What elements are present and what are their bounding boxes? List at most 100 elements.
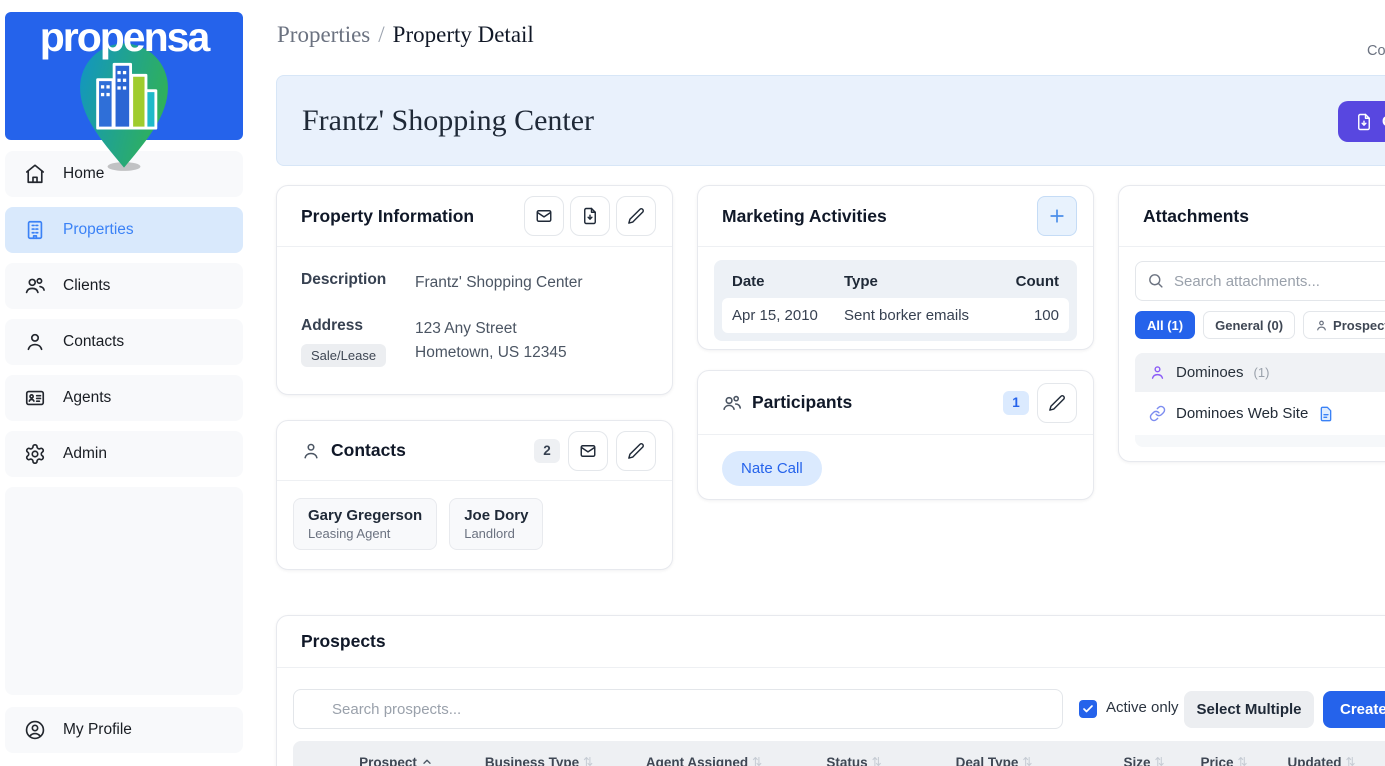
- sidebar-item-contacts[interactable]: Contacts: [5, 319, 243, 365]
- link-icon: [1149, 405, 1166, 422]
- breadcrumb-properties-link[interactable]: Properties: [277, 22, 370, 47]
- sidebar-item-label: Properties: [63, 221, 134, 239]
- prospects-card: Prospects Active only Select Multiple Cr…: [276, 615, 1385, 766]
- card-title: Marketing Activities: [722, 206, 887, 227]
- active-only-checkbox[interactable]: [1079, 700, 1097, 718]
- column-header-price[interactable]: Price⇅: [1179, 755, 1269, 766]
- card-title: Attachments: [1143, 206, 1249, 227]
- column-header-business-type[interactable]: Business Type⇅: [499, 755, 579, 766]
- attachment-item-row[interactable]: Dominoes Web Site: [1135, 392, 1385, 435]
- users-icon: [24, 275, 46, 297]
- contacts-card: Contacts 2 Gary Gregerson Leasing Agent …: [276, 420, 673, 570]
- contact-name: Gary Gregerson: [308, 507, 422, 524]
- create-button[interactable]: Create: [1323, 691, 1385, 728]
- user-circle-icon: [24, 719, 46, 741]
- breadcrumb-current: Property Detail: [393, 22, 534, 47]
- address-row: Address Sale/Lease 123 Any Street Hometo…: [301, 317, 648, 367]
- address-label: Address Sale/Lease: [301, 317, 415, 367]
- contact-chip[interactable]: Gary Gregerson Leasing Agent: [293, 498, 437, 550]
- export-document-button[interactable]: [570, 196, 610, 236]
- sort-icon: ⇅: [1345, 755, 1355, 766]
- activity-type: Sent borker emails: [844, 307, 997, 324]
- participants-count-badge: 1: [1003, 391, 1029, 415]
- description-label: Description: [301, 271, 415, 295]
- column-header-status[interactable]: Status⇅: [829, 755, 879, 766]
- sidebar-item-agents[interactable]: Agents: [5, 375, 243, 421]
- attachment-group-name: Dominoes: [1176, 364, 1244, 381]
- app-window: propensa: [0, 0, 1385, 766]
- connection-status-text: Connected: [1367, 43, 1385, 59]
- sidebar-item-properties[interactable]: Properties: [5, 207, 243, 253]
- sort-icon: ⇅: [752, 755, 762, 766]
- column-header-prospect[interactable]: Prospect: [293, 755, 499, 766]
- add-activity-button[interactable]: [1037, 196, 1077, 236]
- attachment-group-count: (1): [1254, 365, 1270, 380]
- generate-button[interactable]: Generate: [1338, 101, 1385, 142]
- column-header-count: Count: [997, 273, 1059, 290]
- edit-contacts-button[interactable]: [616, 431, 656, 471]
- active-only-label[interactable]: Active only: [1106, 699, 1179, 716]
- attachment-link-label: Dominoes Web Site: [1176, 405, 1308, 422]
- activity-date: Apr 15, 2010: [732, 307, 844, 324]
- page-title: Frantz' Shopping Center: [302, 76, 594, 165]
- select-multiple-button[interactable]: Select Multiple: [1184, 691, 1314, 728]
- contact-role: Landlord: [464, 526, 528, 541]
- sort-asc-icon: [421, 756, 433, 766]
- user-icon: [301, 441, 321, 461]
- participants-card: Participants 1 Nate Call: [697, 370, 1094, 500]
- filter-pill-prospect[interactable]: Prospect (1): [1303, 311, 1385, 339]
- column-header-updated[interactable]: Updated⇅: [1269, 755, 1374, 766]
- breadcrumb-separator: /: [370, 22, 392, 47]
- contact-role: Leasing Agent: [308, 526, 422, 541]
- column-header-deal-type[interactable]: Deal Type⇅: [879, 755, 1109, 766]
- mail-icon: [579, 442, 597, 460]
- sidebar-item-clients[interactable]: Clients: [5, 263, 243, 309]
- sidebar-item-label: Clients: [63, 277, 110, 295]
- description-row: Description Frantz' Shopping Center: [301, 271, 648, 295]
- participant-chip[interactable]: Nate Call: [722, 451, 822, 486]
- attachments-search: [1135, 261, 1385, 301]
- filter-pill-label: Prospect (1): [1333, 318, 1385, 333]
- email-button[interactable]: [524, 196, 564, 236]
- pencil-icon: [1048, 394, 1066, 412]
- mail-icon: [535, 207, 553, 225]
- edit-button[interactable]: [616, 196, 656, 236]
- filter-pill-all[interactable]: All (1): [1135, 311, 1195, 339]
- check-icon: [1082, 703, 1094, 715]
- sale-lease-badge: Sale/Lease: [301, 344, 386, 367]
- column-header-agent-assigned[interactable]: Agent Assigned⇅: [579, 755, 829, 766]
- column-header-size[interactable]: Size⇅: [1109, 755, 1179, 766]
- column-header-type: Type: [844, 273, 997, 290]
- attachments-search-input[interactable]: [1135, 261, 1385, 301]
- search-icon: [1147, 272, 1164, 289]
- card-title: Contacts: [331, 440, 406, 461]
- sidebar-item-admin[interactable]: Admin: [5, 431, 243, 477]
- column-header-date: Date: [732, 273, 844, 290]
- property-information-card: Property Information Description Frantz'…: [276, 185, 673, 395]
- breadcrumb: Properties/Property Detail: [277, 22, 534, 48]
- card-title: Prospects: [301, 631, 386, 652]
- sort-icon: ⇅: [1237, 755, 1247, 766]
- attachment-group-row[interactable]: Dominoes (1): [1135, 353, 1385, 392]
- app-logo[interactable]: propensa: [5, 12, 243, 140]
- file-download-icon: [1355, 113, 1373, 131]
- contacts-count-badge: 2: [534, 439, 560, 463]
- sidebar-spacer-panel: [5, 487, 243, 695]
- address-value: 123 Any Street Hometown, US 12345: [415, 317, 567, 367]
- property-title-band: Frantz' Shopping Center Generate: [276, 75, 1385, 166]
- prospects-table-header: Prospect Business Type⇅ Agent Assigned⇅ …: [293, 741, 1385, 766]
- edit-participants-button[interactable]: [1037, 383, 1077, 423]
- contact-chip[interactable]: Joe Dory Landlord: [449, 498, 543, 550]
- user-icon: [24, 331, 46, 353]
- sidebar-item-label: Contacts: [63, 333, 124, 351]
- pencil-icon: [627, 207, 645, 225]
- sidebar-item-my-profile[interactable]: My Profile: [5, 707, 243, 753]
- filter-pill-general[interactable]: General (0): [1203, 311, 1295, 339]
- prospects-search-input[interactable]: [293, 689, 1063, 729]
- user-icon: [1315, 319, 1328, 332]
- sidebar-item-label: My Profile: [63, 721, 132, 739]
- table-row[interactable]: Apr 15, 2010 Sent borker emails 100: [722, 298, 1069, 333]
- file-download-icon: [581, 207, 599, 225]
- email-contacts-button[interactable]: [568, 431, 608, 471]
- activity-count: 100: [997, 307, 1059, 324]
